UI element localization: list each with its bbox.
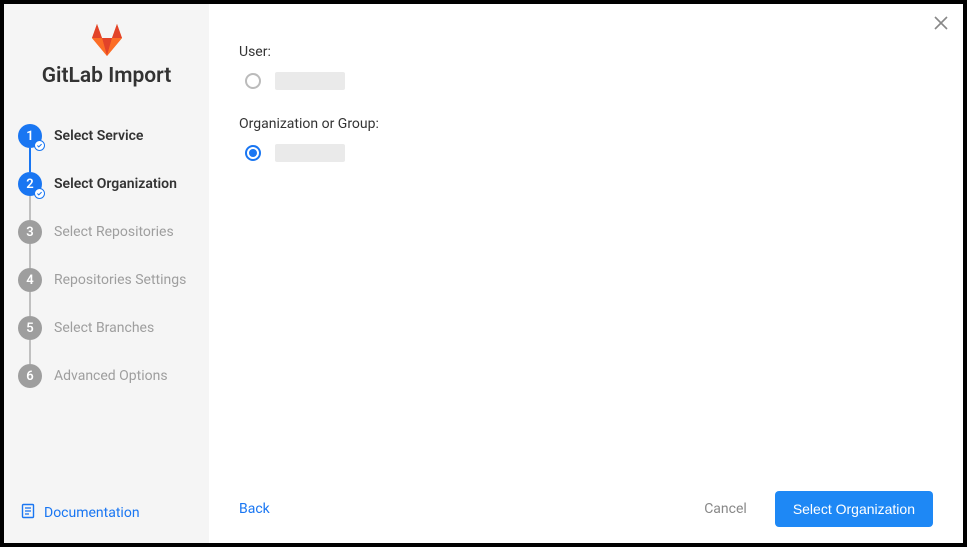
step-label: Select Branches	[54, 320, 154, 336]
step-select-service[interactable]: 1 Select Service	[18, 112, 195, 160]
step-connector	[29, 244, 31, 268]
org-label: Organization or Group:	[239, 116, 933, 132]
check-icon	[34, 188, 45, 199]
content-area: User: Organization or Group:	[239, 44, 933, 475]
close-icon[interactable]	[933, 14, 949, 34]
check-icon	[34, 140, 45, 151]
radio-org[interactable]	[245, 145, 261, 161]
dialog-title: GitLab Import	[42, 64, 172, 88]
select-organization-button[interactable]: Select Organization	[775, 491, 933, 527]
step-number: 5	[18, 316, 42, 340]
org-option[interactable]	[239, 144, 933, 162]
main-panel: User: Organization or Group: Back Cancel…	[209, 4, 963, 543]
document-icon	[20, 503, 44, 523]
step-label: Select Organization	[54, 176, 177, 192]
user-name-redacted	[275, 72, 345, 90]
dialog-footer: Back Cancel Select Organization	[239, 475, 933, 527]
documentation-link[interactable]: Documentation	[18, 499, 195, 527]
user-label: User:	[239, 44, 933, 60]
step-label: Select Service	[54, 128, 143, 144]
step-label: Select Repositories	[54, 224, 174, 240]
user-option[interactable]	[239, 72, 933, 90]
step-connector	[29, 196, 31, 220]
logo-area: GitLab Import	[18, 22, 195, 88]
cancel-button[interactable]: Cancel	[704, 501, 747, 517]
step-number: 4	[18, 268, 42, 292]
wizard-steps: 1 Select Service 2 Select Organization	[18, 112, 195, 499]
step-connector	[29, 340, 31, 364]
step-number: 1	[18, 124, 42, 148]
org-name-redacted	[275, 144, 345, 162]
step-number: 6	[18, 364, 42, 388]
documentation-label: Documentation	[44, 505, 140, 521]
step-select-branches: 5 Select Branches	[18, 304, 195, 352]
step-label: Repositories Settings	[54, 272, 186, 288]
gitlab-icon	[89, 22, 125, 58]
step-label: Advanced Options	[54, 368, 168, 384]
wizard-sidebar: GitLab Import 1 Select Service 2	[4, 4, 209, 543]
step-connector	[29, 292, 31, 316]
radio-user[interactable]	[245, 73, 261, 89]
step-advanced-options: 6 Advanced Options	[18, 352, 195, 400]
step-repositories-settings: 4 Repositories Settings	[18, 256, 195, 304]
step-connector	[29, 148, 31, 172]
step-number: 3	[18, 220, 42, 244]
step-select-organization[interactable]: 2 Select Organization	[18, 160, 195, 208]
import-dialog: GitLab Import 1 Select Service 2	[4, 4, 963, 543]
step-number: 2	[18, 172, 42, 196]
step-select-repositories: 3 Select Repositories	[18, 208, 195, 256]
back-button[interactable]: Back	[239, 501, 270, 517]
